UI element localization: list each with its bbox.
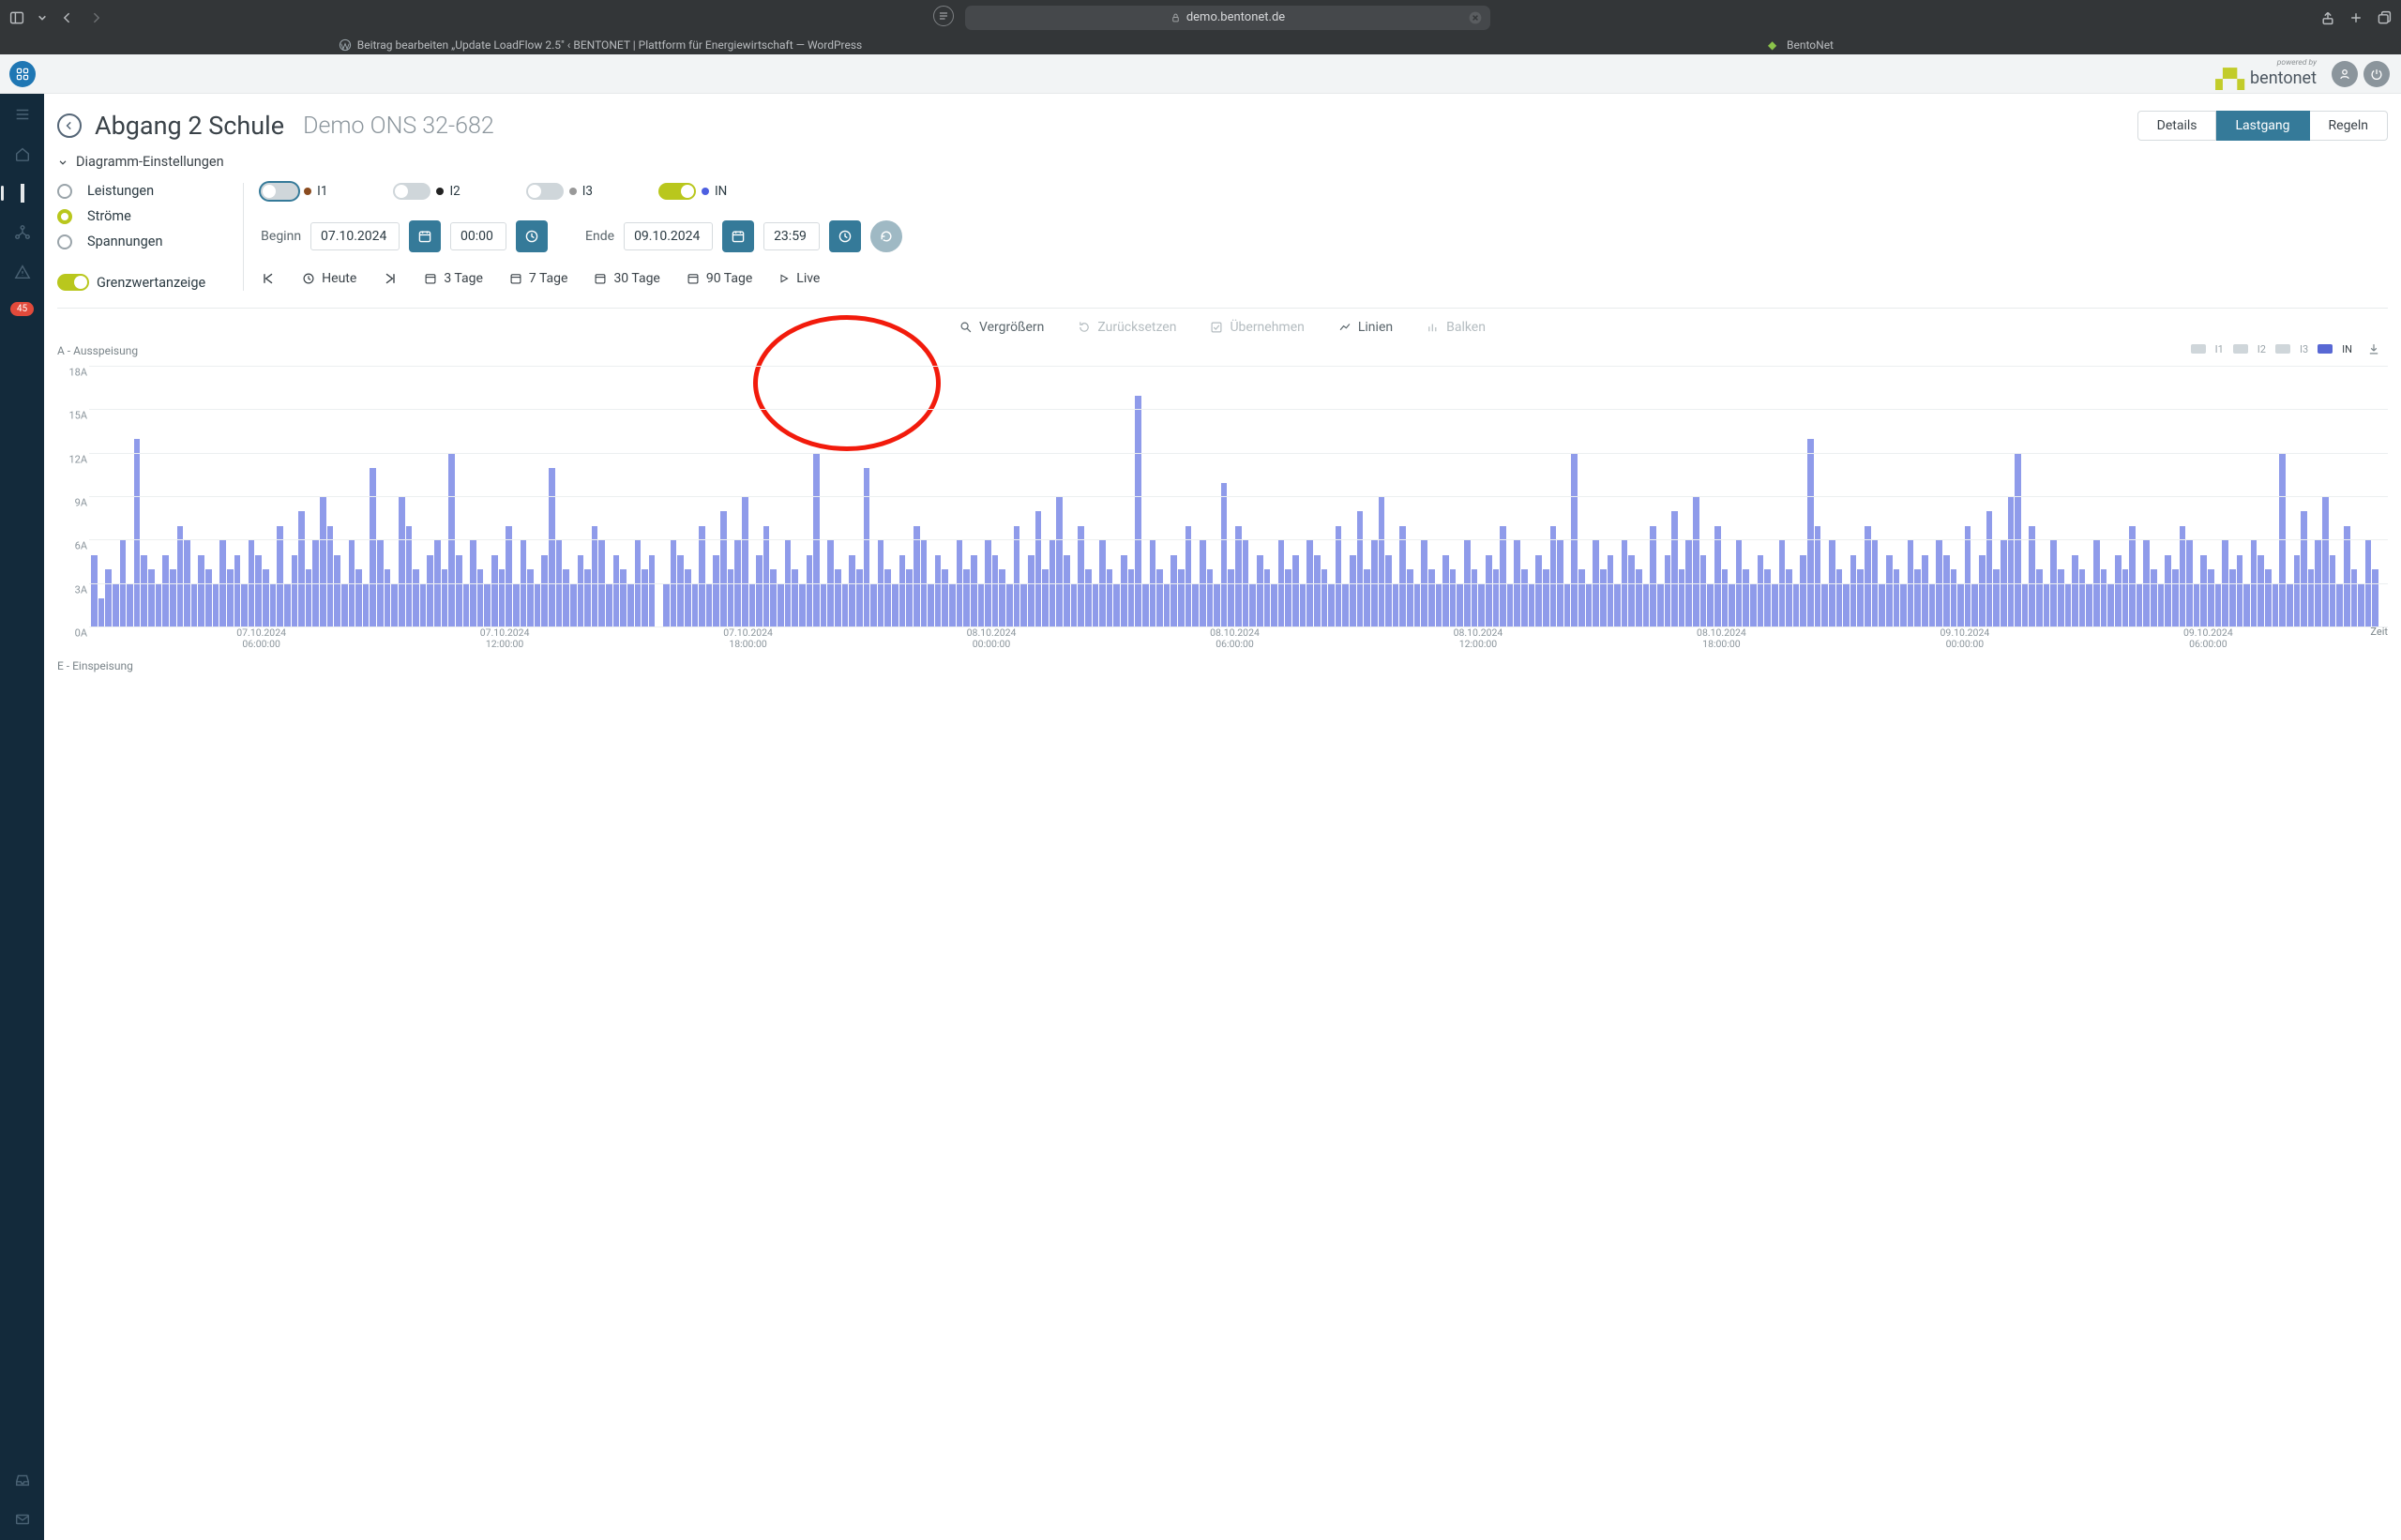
nav-item-home[interactable] <box>13 144 32 163</box>
powered-by-label: powered by <box>2215 58 2317 68</box>
browser-tab[interactable]: ◆ BentoNet <box>1200 35 2401 54</box>
btn-30tage[interactable]: 30 Tage <box>594 271 659 286</box>
page-title: Abgang 2 Schule <box>95 111 284 141</box>
toggle-i2[interactable]: I2 <box>393 183 460 200</box>
btn-7tage[interactable]: 7 Tage <box>509 271 568 286</box>
toggle-in[interactable]: IN <box>658 183 727 200</box>
app-header: powered by ▞▚bentonet <box>0 54 2401 94</box>
input-begin-time[interactable]: 00:00 <box>450 222 506 250</box>
page-subtitle: Demo ONS 32-682 <box>303 113 494 140</box>
share-icon[interactable] <box>2320 10 2335 25</box>
alert-count-badge[interactable]: 45 <box>10 302 34 316</box>
url-text: demo.bentonet.de <box>1186 10 1285 24</box>
radio-spannungen[interactable]: Spannungen <box>57 234 205 249</box>
sidebar-toggle-icon[interactable] <box>9 10 24 25</box>
settings-accordion-toggle[interactable]: Diagramm-Einstellungen <box>57 154 2388 170</box>
btn-skip-back[interactable] <box>261 271 276 286</box>
tab-details[interactable]: Details <box>2137 111 2217 141</box>
btn-skip-fwd[interactable] <box>383 271 398 286</box>
url-bar[interactable]: demo.bentonet.de <box>965 6 1490 30</box>
btn-apply[interactable]: Übernehmen <box>1210 320 1304 335</box>
clock-button[interactable] <box>829 220 861 252</box>
btn-reset[interactable]: Zurücksetzen <box>1078 320 1176 335</box>
tabs-icon[interactable] <box>2377 10 2392 25</box>
chart-legend: I1 I2 I3 IN <box>2191 342 2380 355</box>
toggle-grenzwert[interactable]: Grenzwertanzeige <box>57 274 205 291</box>
tab-lastgang[interactable]: Lastgang <box>2216 111 2309 141</box>
clock-button[interactable] <box>516 220 548 252</box>
chart-ausspeisung: A - Ausspeisung I1 I2 I3 IN Zeit 0A3A6A9… <box>57 344 2388 672</box>
lock-icon <box>1170 10 1181 25</box>
wordpress-icon <box>339 38 352 52</box>
reader-mode-icon[interactable] <box>933 6 954 26</box>
settings-head-label: Diagramm-Einstellungen <box>76 154 224 170</box>
view-tabs: Details Lastgang Regeln <box>2137 111 2388 141</box>
nav-item-network[interactable] <box>13 223 32 242</box>
label-beginn: Beginn <box>261 229 301 244</box>
back-button[interactable] <box>57 113 82 138</box>
btn-3tage[interactable]: 3 Tage <box>424 271 483 286</box>
tab-label: BentoNet <box>1787 38 1834 52</box>
nav-item-warning[interactable] <box>13 263 32 281</box>
user-button[interactable] <box>2332 61 2358 87</box>
calendar-button[interactable] <box>409 220 441 252</box>
btn-heute[interactable]: Heute <box>302 271 356 286</box>
tab-label: Beitrag bearbeiten „Update LoadFlow 2.5"… <box>357 38 863 52</box>
radio-stroeme[interactable]: Ströme <box>57 208 205 224</box>
close-icon[interactable] <box>1468 10 1483 25</box>
chart-toolbar: Vergrößern Zurücksetzen Übernehmen Linie… <box>57 308 2388 335</box>
input-end-date[interactable]: 09.10.2024 <box>624 222 713 250</box>
chart-plot-area[interactable]: 0A3A6A9A12A15A18A 07.10.202406:00:0007.1… <box>57 367 2388 648</box>
btn-zoom[interactable]: Vergrößern <box>959 320 1044 335</box>
plus-icon[interactable] <box>2348 10 2363 25</box>
toggle-i1[interactable]: I1 <box>261 183 327 200</box>
toggle-i3[interactable]: I3 <box>526 183 593 200</box>
bentonet-favicon: ◆ <box>1768 38 1781 52</box>
input-begin-date[interactable]: 07.10.2024 <box>310 222 400 250</box>
label-ende: Ende <box>585 229 614 244</box>
nav-rail: 45 <box>0 94 44 1540</box>
browser-tab[interactable]: Beitrag bearbeiten „Update LoadFlow 2.5"… <box>0 35 1200 54</box>
btn-90tage[interactable]: 90 Tage <box>687 271 752 286</box>
main-content: Abgang 2 Schule Demo ONS 32-682 Details … <box>44 94 2401 1540</box>
browser-chrome: demo.bentonet.de <box>0 0 2401 35</box>
chart-title-bottom: E - Einspeisung <box>57 659 2388 672</box>
btn-lines[interactable]: Linien <box>1338 320 1393 335</box>
refresh-button[interactable] <box>870 220 902 252</box>
chart-title-top: A - Ausspeisung <box>57 344 2388 357</box>
tab-regeln[interactable]: Regeln <box>2310 111 2388 141</box>
input-end-time[interactable]: 23:59 <box>763 222 820 250</box>
nav-item-menu[interactable] <box>13 105 32 124</box>
nav-item-mail[interactable] <box>13 1510 32 1529</box>
nav-item-inbox[interactable] <box>13 1471 32 1489</box>
browser-tabs: Beitrag bearbeiten „Update LoadFlow 2.5"… <box>0 35 2401 54</box>
calendar-button[interactable] <box>722 220 754 252</box>
download-icon[interactable] <box>2367 342 2380 355</box>
nav-item-active[interactable] <box>13 184 32 203</box>
btn-live[interactable]: Live <box>778 271 820 286</box>
nav-back-icon[interactable] <box>60 10 75 25</box>
radio-leistungen[interactable]: Leistungen <box>57 183 205 199</box>
app-menu-button[interactable] <box>9 61 36 87</box>
power-button[interactable] <box>2363 61 2390 87</box>
btn-bars[interactable]: Balken <box>1427 320 1486 335</box>
brand-logo: ▞▚bentonet <box>2215 68 2317 90</box>
chevron-down-icon[interactable] <box>38 10 47 25</box>
nav-forward-icon <box>88 10 103 25</box>
